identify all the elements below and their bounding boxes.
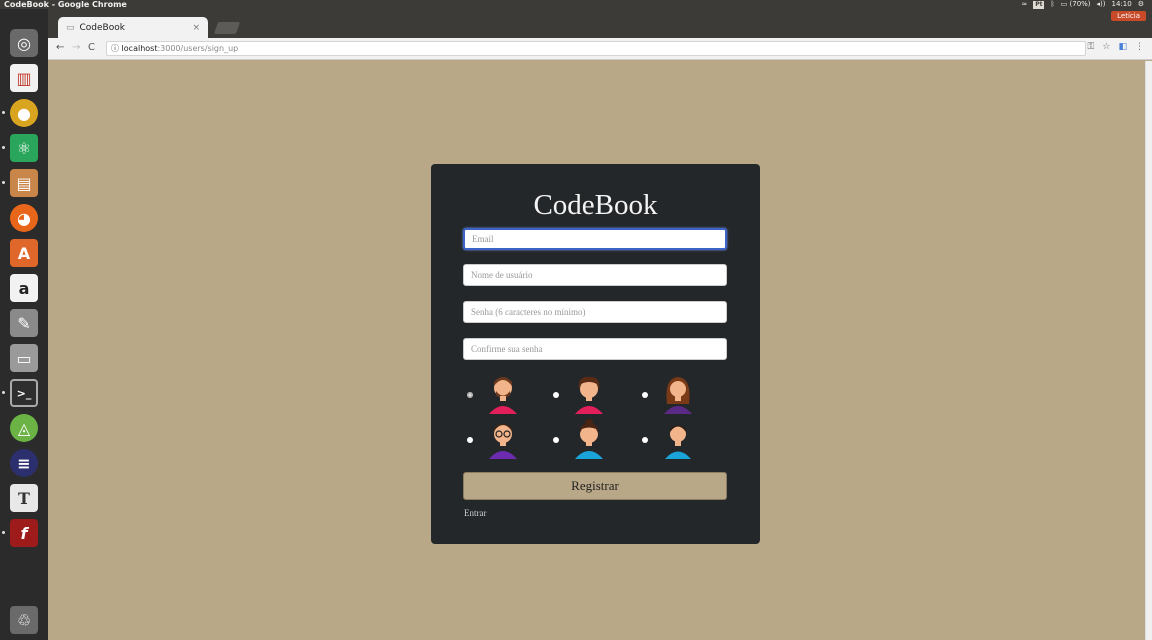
keyboard-language[interactable]: Pt [1033, 0, 1045, 9]
tab-title: CodeBook [79, 22, 125, 33]
avatar-option-5[interactable] [553, 419, 607, 461]
chrome-icon[interactable]: ● [10, 99, 38, 127]
new-tab-button[interactable] [213, 22, 241, 34]
menu-kebab-icon[interactable]: ⋮ [1135, 42, 1144, 52]
system-tray: ≈ Pt ᛒ ▭ (70%) ◂)) 14:10 ⚙ [1021, 0, 1144, 9]
eclipse-icon[interactable]: ≡ [10, 449, 38, 477]
username-field[interactable] [463, 264, 727, 286]
login-link[interactable]: Entrar [464, 508, 487, 518]
avatar-radio[interactable] [553, 437, 559, 443]
popcorn-icon[interactable]: ▥ [10, 64, 38, 92]
brand-title: CodeBook [533, 189, 658, 221]
drive-icon[interactable]: ▭ [10, 344, 38, 372]
bookmark-star-icon[interactable]: ☆ [1102, 42, 1110, 52]
settings-gear-icon[interactable]: ⚙ [1138, 0, 1144, 9]
key-icon[interactable]: ⚿ [1088, 42, 1095, 52]
email-field[interactable] [463, 228, 727, 250]
scrollbar[interactable] [1145, 61, 1152, 640]
files-icon[interactable]: ▤ [10, 169, 38, 197]
avatar-radio[interactable] [467, 392, 473, 398]
system-settings-icon[interactable]: ✎ [10, 309, 38, 337]
atom-icon[interactable]: ⚛ [10, 134, 38, 162]
avatar-radio[interactable] [467, 437, 473, 443]
window-title: CodeBook - Google Chrome [4, 0, 127, 9]
avatar-radio[interactable] [642, 392, 648, 398]
terminal-icon[interactable]: >_ [10, 379, 38, 407]
address-bar[interactable]: ⓘ localhost:3000/users/sign_up [106, 41, 1086, 56]
flash-icon[interactable]: f [10, 519, 38, 547]
avatar-woman-bun-icon [575, 419, 603, 459]
wifi-icon[interactable]: ≈ [1021, 0, 1027, 9]
profile-button[interactable]: Letícia [1111, 11, 1146, 21]
translate-icon[interactable]: ◧ [1118, 42, 1127, 52]
avatar-option-1[interactable] [467, 374, 521, 416]
avatar-radio[interactable] [642, 437, 648, 443]
app-launcher: ◎ ▥ ● ⚛ ▤ ◕ A a ✎ ▭ >_ ◬ ≡ T f ♲ [0, 9, 48, 640]
battery-status[interactable]: ▭ (70%) [1061, 0, 1091, 9]
avatar-option-3[interactable] [642, 374, 696, 416]
forward-icon[interactable]: → [72, 42, 80, 53]
avatar-man-beard-icon [489, 377, 517, 414]
tab-close-icon[interactable]: × [192, 23, 200, 33]
confirm-password-field[interactable] [463, 338, 727, 360]
bluetooth-icon[interactable]: ᛒ [1050, 0, 1054, 9]
firefox-icon[interactable]: ◕ [10, 204, 38, 232]
volume-icon[interactable]: ◂)) [1097, 0, 1106, 9]
register-button[interactable]: Registrar [463, 472, 727, 500]
avatar-radio[interactable] [553, 392, 559, 398]
system-top-bar: CodeBook - Google Chrome ≈ Pt ᛒ ▭ (70%) … [0, 0, 1152, 9]
browser-tab-strip: ▭ CodeBook × Letícia [48, 9, 1152, 38]
avatar-woman-long-hair-icon [664, 377, 692, 414]
back-icon[interactable]: ← [56, 42, 64, 53]
password-field[interactable] [463, 301, 727, 323]
tab-codebook[interactable]: ▭ CodeBook × [58, 17, 208, 38]
avatar-woman-short-hair-icon [575, 376, 603, 414]
text-editor-icon[interactable]: T [10, 484, 38, 512]
software-center-icon[interactable]: A [10, 239, 38, 267]
info-icon[interactable]: ⓘ [111, 44, 119, 53]
clock[interactable]: 14:10 [1112, 0, 1132, 9]
avatar-boy-icon [665, 425, 691, 459]
ubuntu-dash-icon[interactable]: ◎ [10, 29, 38, 57]
browser-toolbar: ← → C ⓘ localhost:3000/users/sign_up ⚿ ☆… [48, 38, 1152, 60]
avatar-option-2[interactable] [553, 374, 607, 416]
android-studio-icon[interactable]: ◬ [10, 414, 38, 442]
trash-icon[interactable]: ♲ [10, 606, 38, 634]
avatar-option-4[interactable] [467, 419, 521, 461]
amazon-icon[interactable]: a [10, 274, 38, 302]
avatar-man-glasses-icon [489, 423, 517, 459]
avatar-option-6[interactable] [642, 419, 696, 461]
signup-card: CodeBook Email Nome de usuário Registrar… [431, 164, 760, 544]
page-favicon-icon: ▭ [66, 22, 75, 33]
reload-icon[interactable]: C [88, 42, 95, 53]
